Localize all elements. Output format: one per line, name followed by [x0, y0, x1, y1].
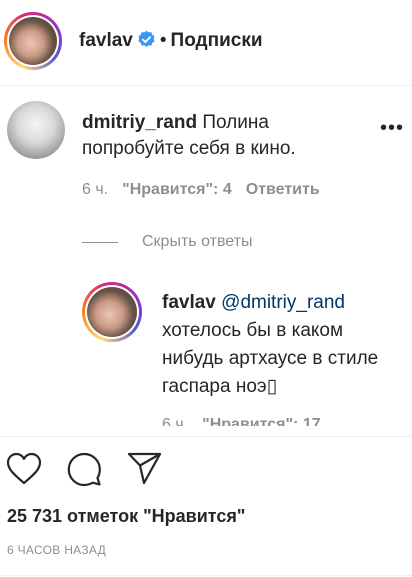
reply-likes[interactable]: "Нравится": 17 [202, 416, 321, 426]
comment-icon[interactable] [66, 452, 102, 491]
comment-time: 6 ч. [82, 181, 109, 198]
post-header: favlav • Подписки [0, 0, 412, 86]
hide-replies-line [82, 242, 118, 243]
author-username[interactable]: favlav [79, 30, 133, 51]
share-icon[interactable] [127, 452, 163, 491]
reply-time: 6 ч. [162, 416, 189, 426]
more-options-icon[interactable]: ••• [380, 118, 406, 138]
reply-avatar-photo [87, 287, 137, 337]
commenter-username[interactable]: dmitriy_rand [82, 112, 197, 133]
heart-icon[interactable] [6, 452, 42, 491]
reply-author-avatar[interactable] [82, 282, 142, 342]
hide-replies-button[interactable]: Скрыть ответы [142, 233, 252, 251]
verified-badge-icon [137, 30, 156, 57]
reply-button[interactable]: Ответить [246, 181, 320, 198]
divider [0, 575, 412, 576]
comment-likes[interactable]: "Нравится": 4 [122, 181, 232, 198]
likes-count[interactable]: 25 731 отметок "Нравится" [7, 506, 245, 527]
comment-meta: 6 ч. "Нравится": 4 Ответить [82, 181, 320, 199]
reply-mention[interactable]: @dmitriy_rand [221, 292, 345, 313]
reply-text: favlav @dmitriy_rand хотелось бы в каком… [162, 289, 402, 401]
follow-status-button[interactable]: Подписки [171, 30, 263, 51]
separator-dot: • [159, 30, 167, 51]
reply-username[interactable]: favlav [162, 292, 216, 313]
reply-list[interactable]: favlav @dmitriy_rand хотелось бы в каком… [0, 272, 412, 426]
post-time[interactable]: 6 ЧАСОВ НАЗАД [7, 543, 106, 557]
reply-meta: 6 ч. "Нравится": 17 [162, 416, 321, 426]
author-avatar[interactable] [4, 12, 62, 70]
comment-text: dmitriy_rand Полина попробуйте себя в ки… [82, 110, 372, 162]
divider [0, 436, 412, 437]
author-avatar-photo [9, 17, 57, 65]
commenter-avatar[interactable] [7, 101, 65, 159]
action-bar [0, 452, 412, 488]
reply-body: хотелось бы в каком нибудь артхаусе в ст… [162, 320, 379, 397]
